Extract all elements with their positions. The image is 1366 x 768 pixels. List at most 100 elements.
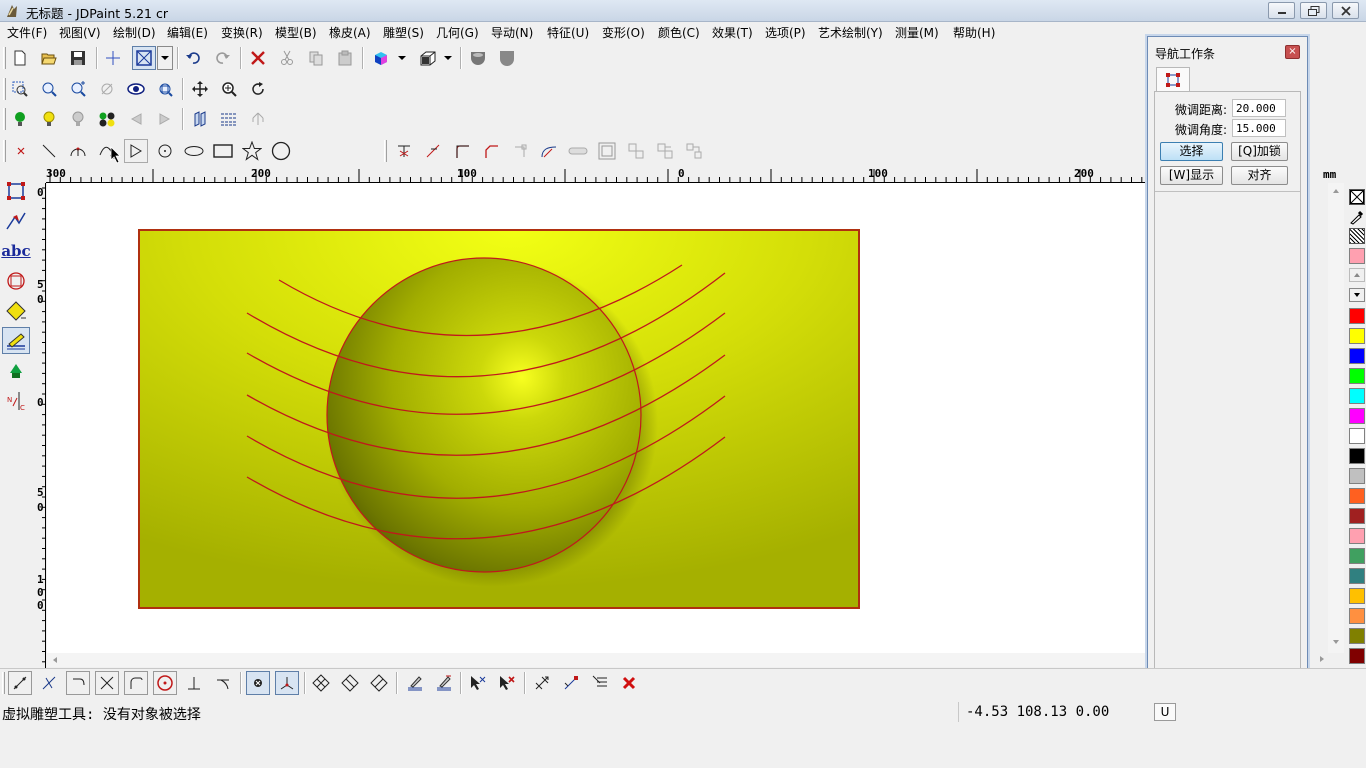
palette-up-icon[interactable] [1349, 268, 1365, 282]
delete-button[interactable] [246, 46, 270, 70]
drawing-canvas[interactable] [47, 148, 1148, 653]
polyline-tool-button[interactable] [124, 139, 148, 163]
toolbar-grip[interactable] [384, 140, 387, 162]
split-button[interactable] [653, 139, 677, 163]
align-diamond-3-button[interactable] [367, 671, 391, 695]
relief-tool[interactable] [2, 357, 30, 384]
pan-button[interactable] [188, 77, 212, 101]
transform-list-button[interactable] [588, 671, 612, 695]
zoom-window-button[interactable] [8, 77, 32, 101]
color-swatch[interactable] [1349, 448, 1365, 464]
layer-stack-button[interactable] [188, 107, 212, 131]
menu-color[interactable]: 颜色(C) [658, 24, 700, 41]
offset-button[interactable] [595, 139, 619, 163]
fine-angle-input[interactable] [1232, 119, 1286, 137]
star-tool-button[interactable] [240, 139, 264, 163]
snap-point-button[interactable] [246, 671, 270, 695]
color-swatch[interactable] [1349, 348, 1365, 364]
toolbar-grip[interactable] [3, 47, 6, 69]
curve-select-tool[interactable] [2, 207, 30, 234]
horizontal-scrollbar[interactable] [47, 653, 1148, 667]
extend-button[interactable] [421, 139, 445, 163]
scroll-right-icon[interactable] [1318, 655, 1326, 663]
new-file-button[interactable] [8, 46, 32, 70]
clear-button[interactable] [617, 671, 641, 695]
color-swatch[interactable] [1349, 648, 1365, 664]
layer-lines-button[interactable] [217, 107, 241, 131]
color-swatch[interactable] [1349, 328, 1365, 344]
menu-effect[interactable]: 效果(T) [712, 24, 753, 41]
close-window-button[interactable] [1332, 2, 1359, 19]
view-direction-dropdown[interactable] [441, 46, 455, 70]
zoom-out-button[interactable] [37, 77, 61, 101]
open-file-button[interactable] [37, 46, 61, 70]
snap-quadrant-button[interactable] [124, 671, 148, 695]
render-mode-button[interactable] [369, 46, 393, 70]
menu-geometry[interactable]: 几何(G) [436, 24, 479, 41]
snap-intersection-button[interactable] [95, 671, 119, 695]
crosshair-button[interactable] [101, 46, 125, 70]
no-fill-swatch[interactable] [1349, 189, 1365, 205]
light-off-button[interactable] [66, 107, 90, 131]
snap-grid-button[interactable] [275, 671, 299, 695]
scroll-left-icon[interactable] [51, 656, 59, 664]
color-swatch[interactable] [1349, 308, 1365, 324]
next-layer-button[interactable] [153, 107, 177, 131]
color-swatch[interactable] [1349, 508, 1365, 524]
pick-delete-button[interactable] [495, 671, 519, 695]
undo-button[interactable] [181, 46, 205, 70]
snap-midpoint-button[interactable] [37, 671, 61, 695]
curve-edit-button[interactable] [537, 139, 561, 163]
measure-tool[interactable]: NC [2, 387, 30, 414]
color-swatch[interactable] [1349, 628, 1365, 644]
color-swatch[interactable] [1349, 468, 1365, 484]
scroll-down-icon[interactable] [1332, 638, 1340, 646]
fine-distance-input[interactable] [1232, 99, 1286, 117]
nav-panel-close-button[interactable]: × [1285, 45, 1300, 59]
color-swatch[interactable] [1349, 488, 1365, 504]
relief-shade-button[interactable] [466, 46, 490, 70]
relief-flat-button[interactable] [495, 46, 519, 70]
pick-mark-button[interactable] [466, 671, 490, 695]
nav-tab-node[interactable] [1156, 67, 1190, 91]
menu-deform[interactable]: 变形(O) [602, 24, 645, 41]
color-swatch[interactable] [1349, 548, 1365, 564]
toolbar-grip[interactable] [3, 108, 6, 130]
view-frame-dropdown[interactable] [157, 46, 173, 70]
menu-help[interactable]: 帮助(H) [953, 24, 995, 41]
color-swatch-current[interactable] [1349, 248, 1365, 264]
align-diamond-1-button[interactable] [309, 671, 333, 695]
toolbar-grip[interactable] [2, 672, 5, 694]
arc-tool-button[interactable] [66, 139, 90, 163]
sculpt-pen-button[interactable] [403, 671, 427, 695]
menu-options[interactable]: 选项(P) [765, 24, 806, 41]
menu-eraser[interactable]: 橡皮(A) [329, 24, 371, 41]
color-swatch[interactable] [1349, 588, 1365, 604]
prev-layer-button[interactable] [124, 107, 148, 131]
lock-button[interactable]: [Q]加锁 [1231, 142, 1288, 161]
zoom-previous-button[interactable] [95, 77, 119, 101]
menu-art-draw[interactable]: 艺术绘制(Y) [818, 24, 883, 41]
zoom-in-button[interactable] [66, 77, 90, 101]
snap-arc-button[interactable] [66, 671, 90, 695]
toolbar-grip[interactable] [3, 78, 6, 100]
slot-button[interactable] [566, 139, 590, 163]
align-button[interactable]: 对齐 [1231, 166, 1288, 185]
line-tool-button[interactable] [37, 139, 61, 163]
point-circle-button[interactable] [153, 139, 177, 163]
polygon-tool-button[interactable] [269, 139, 293, 163]
light-multi-button[interactable] [95, 107, 119, 131]
sculpt-smooth-button[interactable] [432, 671, 456, 695]
menu-guide[interactable]: 导动(N) [491, 24, 533, 41]
cut-button[interactable] [275, 46, 299, 70]
menu-measure[interactable]: 测量(M) [895, 24, 939, 41]
rotate-object-tool[interactable] [2, 267, 30, 294]
transform-node-button[interactable] [559, 671, 583, 695]
view-frame-button[interactable] [132, 46, 156, 70]
menu-edit[interactable]: 编辑(E) [167, 24, 208, 41]
view-eye-button[interactable] [124, 77, 148, 101]
snap-center-button[interactable] [153, 671, 177, 695]
restore-button[interactable] [1300, 2, 1327, 19]
trim-button[interactable] [392, 139, 416, 163]
zoom-all-button[interactable] [153, 77, 177, 101]
